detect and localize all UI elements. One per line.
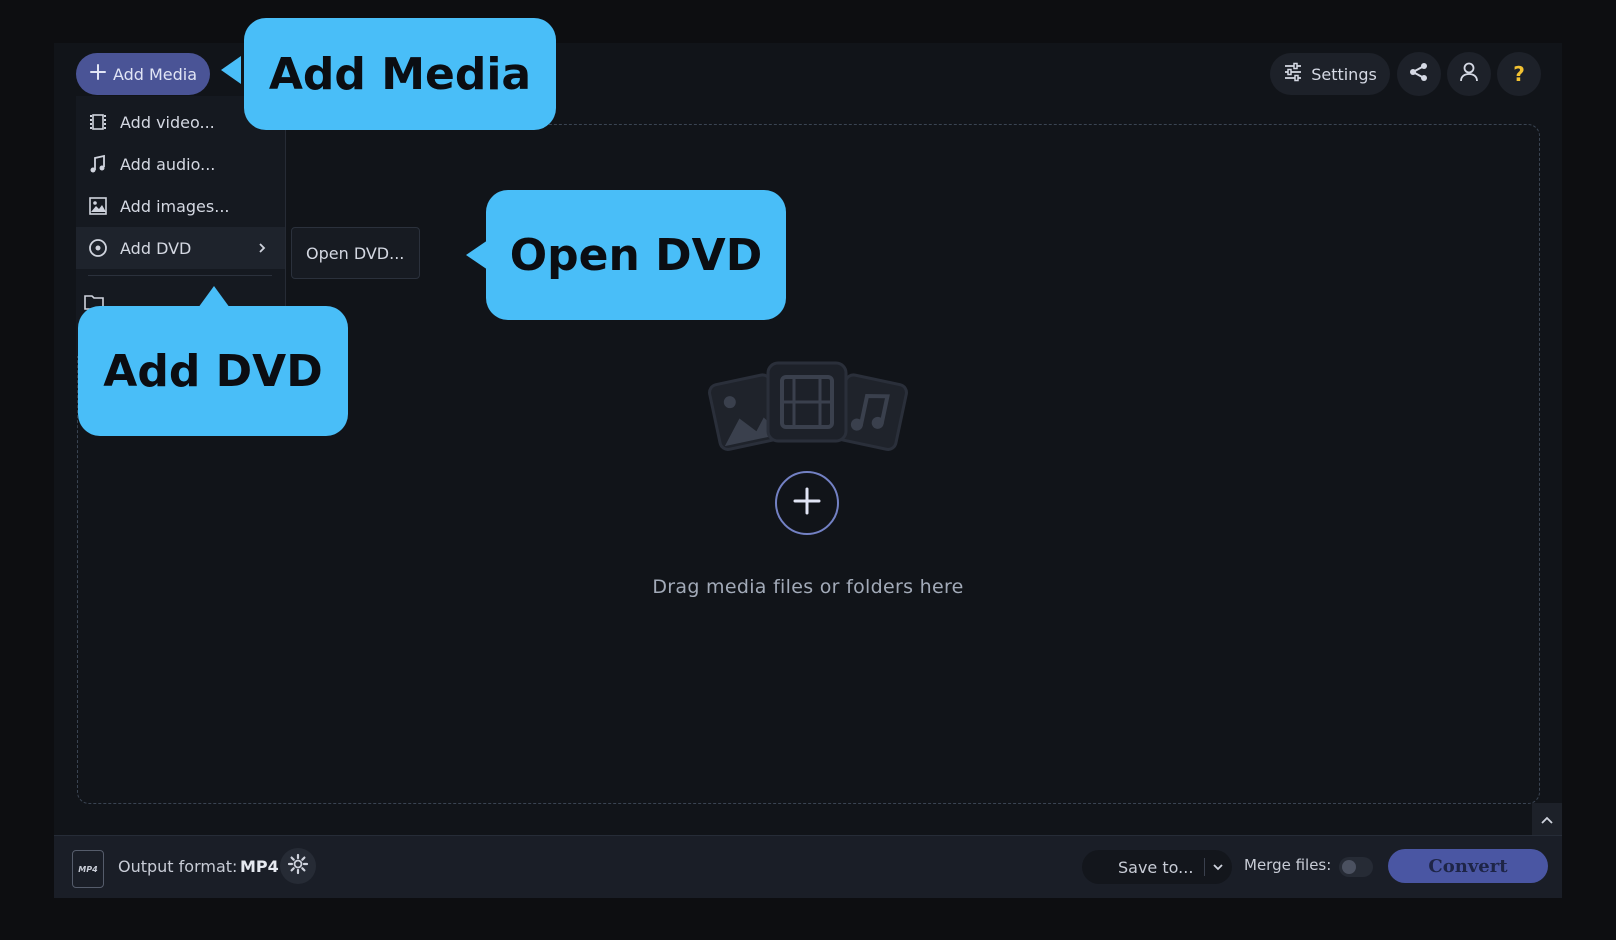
menu-item-add-images[interactable]: Add images... (76, 185, 285, 227)
callout-pointer (221, 56, 241, 84)
callout-text: Add DVD (103, 345, 323, 397)
menu-item-label: Add video... (120, 112, 215, 132)
collapse-panel-button[interactable] (1532, 803, 1562, 835)
chevron-up-icon (1540, 810, 1554, 829)
merge-files-label: Merge files: (1244, 856, 1332, 874)
plus-icon (791, 485, 823, 521)
callout-pointer (198, 286, 230, 308)
file-format-icon: MP4 (72, 850, 104, 888)
menu-item-label: Add DVD (120, 238, 192, 258)
save-to-button[interactable]: Save to... (1082, 850, 1232, 884)
format-icon-text: MP4 (78, 864, 98, 874)
submenu-item-label: Open DVD... (306, 243, 405, 263)
toggle-knob (1342, 860, 1356, 874)
settings-label: Settings (1311, 64, 1377, 84)
chevron-right-icon (257, 239, 285, 258)
menu-item-add-audio[interactable]: Add audio... (76, 143, 285, 185)
menu-divider (88, 275, 272, 276)
callout-text: Add Media (268, 48, 532, 100)
split-divider (1204, 858, 1205, 876)
callout-text: Open DVD (509, 229, 763, 281)
chevron-down-icon[interactable] (1212, 859, 1224, 878)
merge-files-toggle[interactable] (1339, 857, 1373, 877)
help-button[interactable]: ? (1497, 52, 1541, 96)
share-button[interactable] (1397, 52, 1441, 96)
drop-hint-text: Drag media files or folders here (652, 576, 964, 598)
save-to-label: Save to... (1118, 857, 1194, 877)
drop-zone[interactable] (77, 124, 1540, 804)
convert-button[interactable]: Convert (1388, 849, 1548, 883)
share-icon (1408, 61, 1430, 87)
output-format-label: Output format: (118, 857, 238, 876)
add-media-label: Add Media (112, 64, 198, 84)
account-button[interactable] (1447, 52, 1491, 96)
video-icon (76, 112, 120, 132)
disc-icon (76, 238, 120, 258)
convert-label: Convert (1428, 855, 1508, 877)
music-note-icon (76, 154, 120, 174)
callout-add-media: Add Media (244, 18, 556, 130)
menu-item-label: Add audio... (120, 154, 216, 174)
sliders-icon (1283, 62, 1303, 86)
add-files-button[interactable] (775, 471, 839, 535)
callout-open-dvd: Open DVD (486, 190, 786, 320)
format-settings-button[interactable] (280, 848, 316, 884)
plus-icon (89, 63, 107, 85)
settings-button[interactable]: Settings (1270, 53, 1390, 95)
gear-icon (287, 853, 309, 879)
media-types-illustration-icon (706, 361, 910, 457)
user-icon (1458, 61, 1480, 87)
app-window: Add Media Settings ? Drag media files or… (54, 43, 1562, 898)
callout-add-dvd: Add DVD (78, 306, 348, 436)
bottom-bar: MP4 Output format: MP4 Save to... Merge … (54, 835, 1562, 898)
callout-pointer (466, 240, 488, 270)
submenu-item-open-dvd[interactable]: Open DVD... (291, 227, 420, 279)
add-media-button[interactable]: Add Media (76, 53, 210, 95)
question-icon: ? (1513, 62, 1525, 86)
menu-item-add-dvd[interactable]: Add DVD (76, 227, 285, 269)
menu-item-label: Add images... (120, 196, 230, 216)
image-icon (76, 196, 120, 216)
output-format-value[interactable]: MP4 (240, 857, 279, 876)
